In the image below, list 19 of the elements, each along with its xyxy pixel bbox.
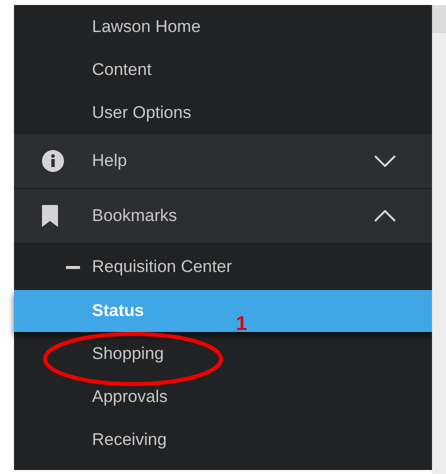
menu-item[interactable]: User Options [14,91,432,134]
bookmark-icon [42,205,58,227]
chevron-down-icon [374,155,396,167]
submenu-item[interactable]: Approvals [14,375,432,418]
content-header [432,5,446,33]
menu-item[interactable]: Content [14,48,432,91]
group-label: Requisition Center [92,256,232,278]
info-icon [42,150,64,172]
section-label: Help [92,150,128,172]
menu-item[interactable]: Lawson Home [14,5,432,48]
section-label: Bookmarks [92,205,178,228]
section-header[interactable]: Help [14,134,432,189]
section-header[interactable]: Bookmarks [14,189,432,244]
annotation-number: 1 [236,314,248,334]
minus-icon [66,266,80,268]
group-header[interactable]: Requisition Center [14,244,432,290]
chevron-up-icon [374,210,396,222]
submenu-item[interactable]: Shopping [14,332,432,375]
submenu-item[interactable]: Receiving [14,418,432,461]
